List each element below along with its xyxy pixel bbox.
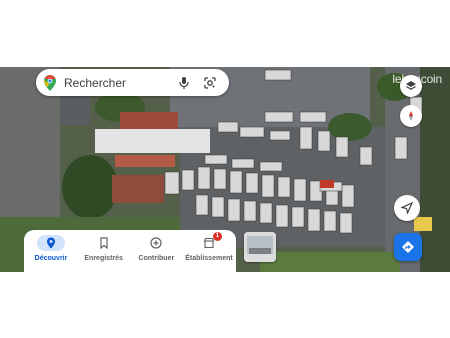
nav-item-contribuer[interactable]: Contribuer [131,230,181,272]
layers-icon [406,81,416,91]
photo-thumbnail-image [244,232,276,262]
my-location-icon [401,202,413,214]
notification-badge: 1 [212,232,222,241]
nav-item-etablissement[interactable]: 1 Établissement [184,230,234,272]
nav-icon-wrap [90,235,118,251]
nav-item-decouvrir[interactable]: Découvrir [26,230,76,272]
nav-item-enregistres[interactable]: Enregistrés [79,230,129,272]
nav-label-etablissement: Établissement [185,255,233,262]
layers-button[interactable] [400,75,422,97]
location-pin-icon [47,237,55,249]
add-circle-icon [150,237,162,249]
compass-icon [409,111,413,121]
nav-icon-wrap [142,235,170,251]
google-lens-icon[interactable] [203,76,217,90]
directions-button[interactable] [394,233,422,261]
nav-label-decouvrir: Découvrir [34,255,68,262]
nav-label-enregistres: Enregistrés [84,255,123,262]
search-bar[interactable]: Rechercher [36,69,229,96]
search-input[interactable]: Rechercher [64,76,177,90]
place-photo-thumbnail[interactable] [244,232,276,262]
microphone-icon[interactable] [177,76,191,90]
map-screen: Rechercher leboncoin [0,67,450,272]
nav-icon-wrap [37,235,65,251]
google-maps-pin-icon [44,74,56,91]
bookmark-icon [100,237,108,249]
directions-icon [402,241,414,253]
nav-label-contribuer: Contribuer [138,255,175,262]
compass-button[interactable] [400,105,422,127]
bottom-navigation: Découvrir Enregistrés Contribuer 1 Établ… [24,230,236,272]
my-location-button[interactable] [394,195,420,221]
